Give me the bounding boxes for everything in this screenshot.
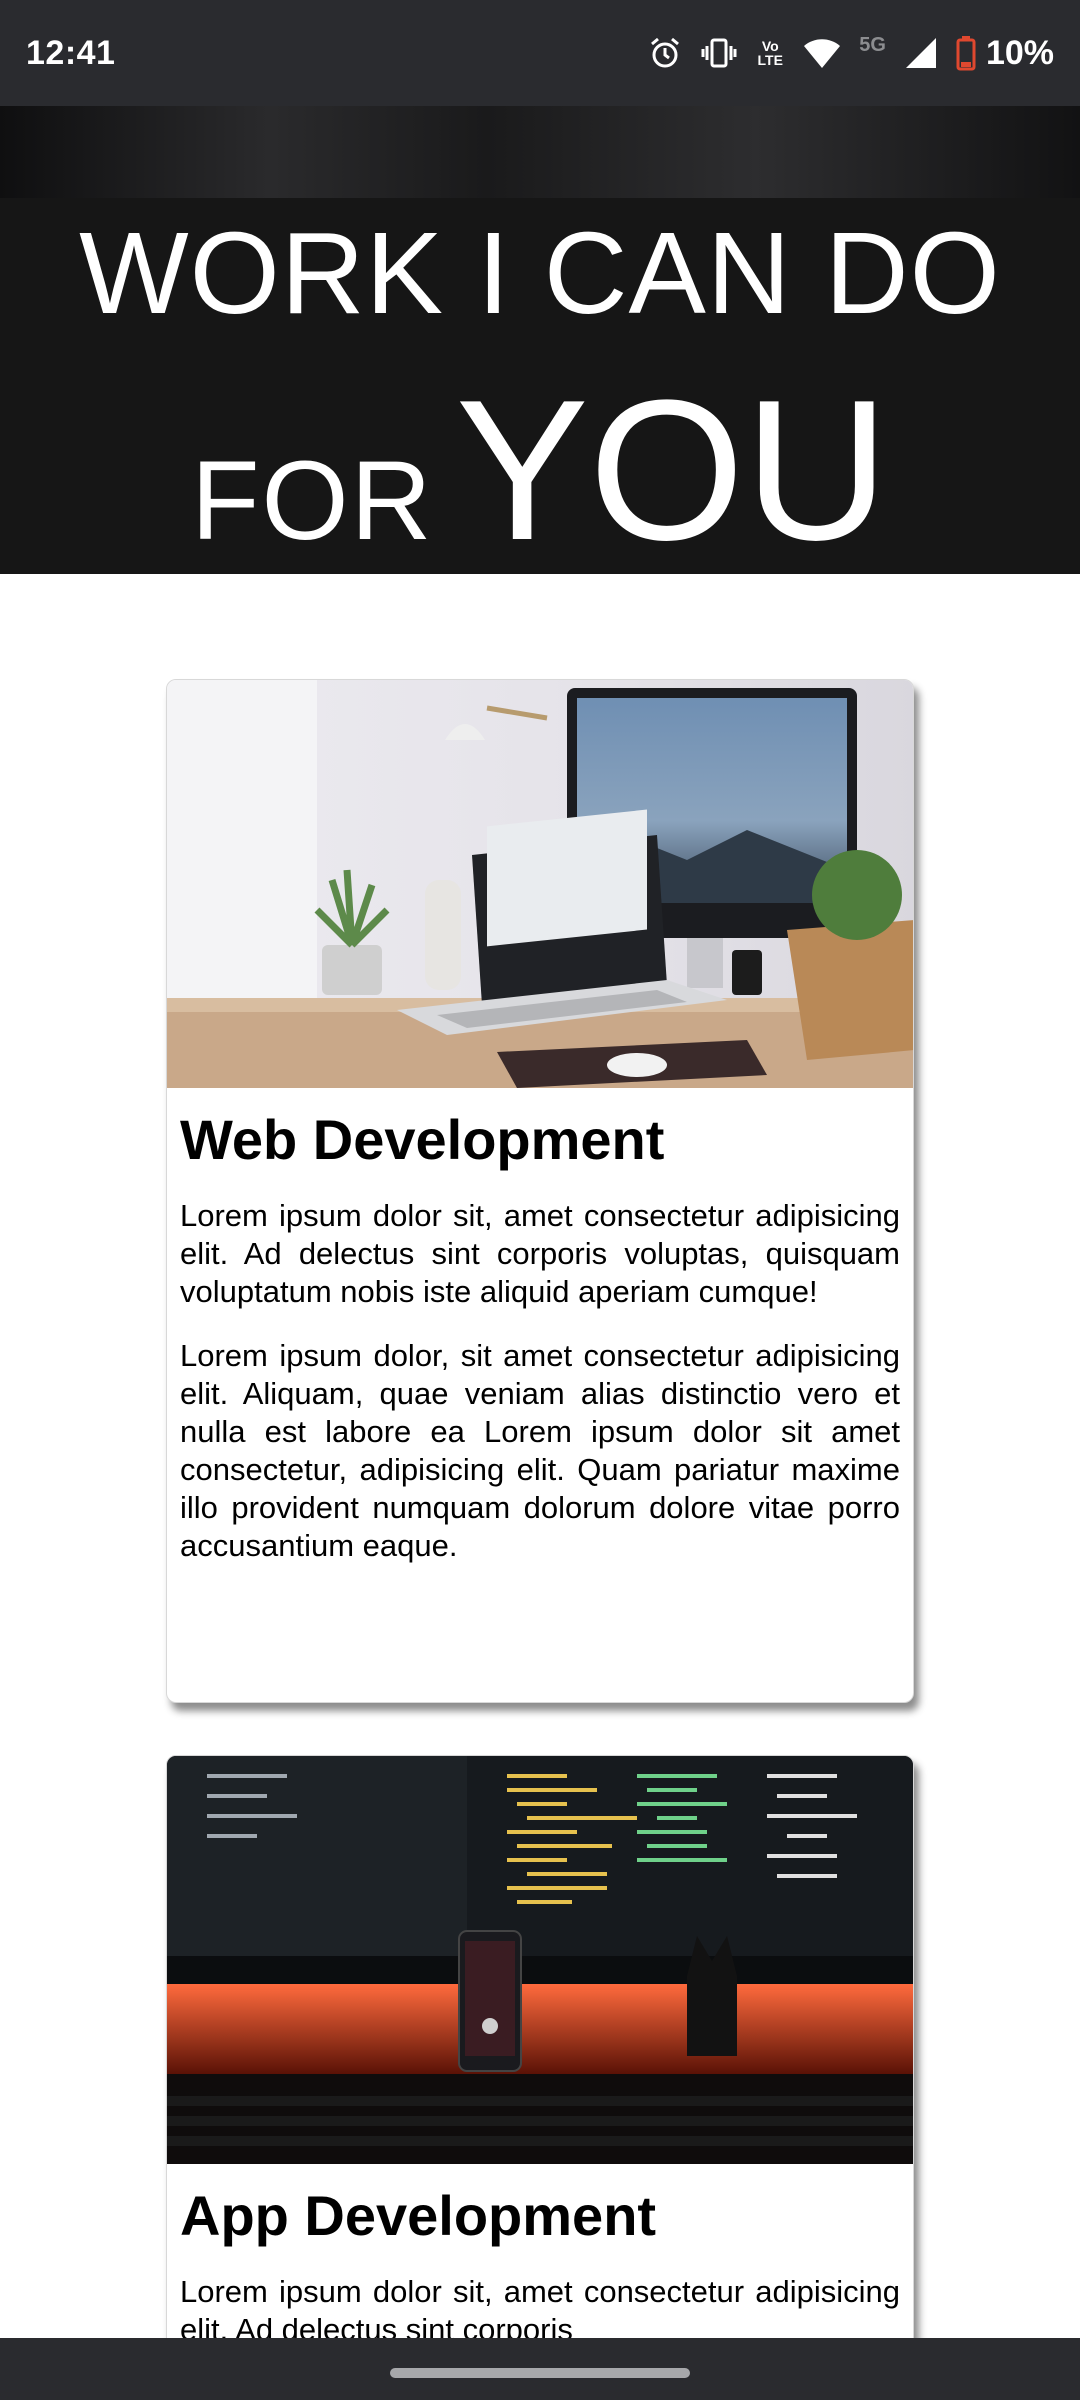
service-card-web-development: Web Development Lorem ipsum dolor sit, a… <box>166 679 914 1703</box>
wifi-icon <box>803 36 841 70</box>
battery-low-icon <box>956 35 976 71</box>
card-paragraph: Lorem ipsum dolor, sit amet consectetur … <box>180 1338 900 1564</box>
signal-icon <box>904 36 938 70</box>
hero-heading-line2: FOR YOU <box>0 356 1080 574</box>
vibrate-icon <box>701 35 737 71</box>
battery-percent: 10% <box>985 33 1054 72</box>
volte-icon: Vo LTE <box>757 38 783 68</box>
status-icons: Vo LTE 5G 10% <box>647 34 1054 73</box>
status-time: 12:41 <box>26 33 116 72</box>
hero-you-text: YOU <box>455 359 889 574</box>
alarm-icon <box>647 35 683 71</box>
code-monitors-image <box>167 1756 913 2164</box>
status-bar: 12:41 Vo LTE 5G 10% <box>0 0 1080 106</box>
desk-workspace-image <box>167 680 913 1088</box>
service-card-app-development: App Development Lorem ipsum dolor sit, a… <box>166 1755 914 2400</box>
network-type: 5G <box>859 33 886 56</box>
card-paragraph: Lorem ipsum dolor sit, amet consectetur … <box>180 1198 900 1310</box>
hero-banner: WORK I CAN DO FOR YOU <box>0 106 1080 574</box>
home-gesture-handle[interactable] <box>390 2368 690 2378</box>
navigation-bar <box>0 2338 1080 2400</box>
card-title: Web Development <box>180 1108 665 1171</box>
hero-background-image <box>0 106 1080 198</box>
hero-heading-line1: WORK I CAN DO <box>79 208 1001 338</box>
hero-for-text: FOR <box>191 438 434 563</box>
card-title: App Development <box>180 2184 657 2247</box>
